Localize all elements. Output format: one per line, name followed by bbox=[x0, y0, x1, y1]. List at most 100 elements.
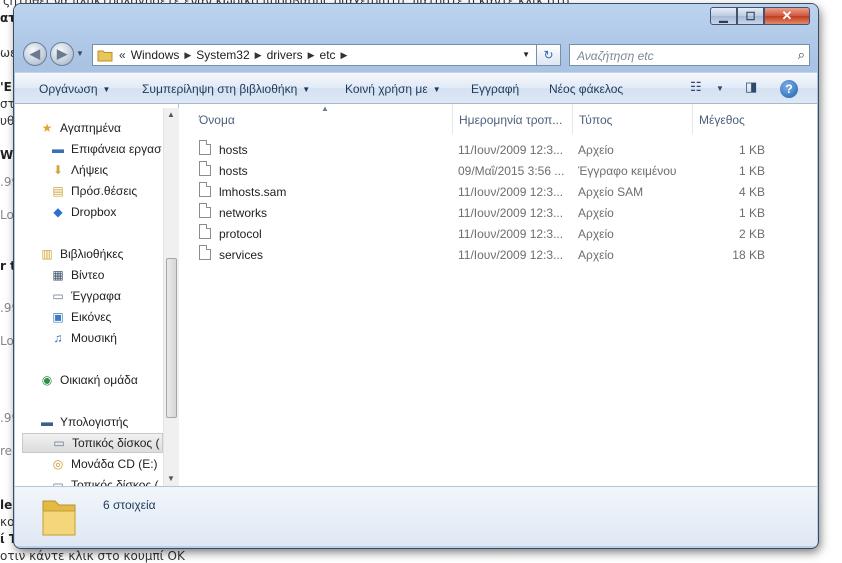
sidebar-item-desktop[interactable]: ▬ Επιφάνεια εργασ bbox=[50, 139, 178, 159]
organize-button[interactable]: Οργάνωση ▼ bbox=[39, 82, 110, 96]
burn-button[interactable]: Εγγραφή bbox=[471, 82, 519, 96]
navigation-bar: ◀ ▶ ▼ « Windows ▶ System32 ▶ drivers ▶ etc ▶… bbox=[14, 38, 818, 70]
file-name: hosts bbox=[219, 164, 248, 178]
command-bar: Οργάνωση ▼ Συμπερίληψη στη βιβλιοθήκη ▼ Κο… bbox=[15, 72, 817, 104]
close-button[interactable]: ✕ bbox=[764, 7, 810, 25]
sidebar-item-homegroup[interactable]: ◉ Οικιακή ομάδα bbox=[39, 370, 178, 390]
sidebar-item-local-disk-c[interactable]: ▭ Τοπικός δίσκος ( bbox=[22, 433, 163, 453]
include-in-library-label: Συμπερίληψη στη βιβλιοθήκη bbox=[142, 82, 298, 96]
column-header-name[interactable]: Όνομα bbox=[193, 104, 453, 134]
sidebar-item-computer[interactable]: ▬ Υπολογιστής bbox=[39, 412, 178, 432]
file-list: ▲ Όνομα Ημερομηνία τροπ... Τύπος Μέγεθος… bbox=[179, 104, 817, 486]
title-buttons: ▁ ☐ ✕ bbox=[710, 7, 810, 25]
view-options-chevron-icon[interactable]: ▼ bbox=[716, 84, 724, 93]
sidebar-item-favorites[interactable]: ★ Αγαπημένα bbox=[39, 118, 178, 138]
column-header-type[interactable]: Τύπος bbox=[573, 104, 693, 134]
navigation-scrollbar[interactable]: ▲ ▼ bbox=[163, 108, 179, 486]
file-icon bbox=[199, 182, 211, 197]
scroll-down-icon[interactable]: ▼ bbox=[167, 474, 175, 483]
share-with-button[interactable]: Κοινή χρήση με ▼ bbox=[345, 82, 441, 96]
address-bar[interactable]: « Windows ▶ System32 ▶ drivers ▶ etc ▶ ▼ bbox=[92, 44, 537, 66]
bg-text-line: re bbox=[0, 444, 13, 458]
column-header-size[interactable]: Μέγεθος bbox=[693, 104, 773, 134]
file-name: lmhosts.sam bbox=[219, 185, 287, 199]
recent-places-icon: ▤ bbox=[52, 184, 64, 198]
file-row[interactable]: networks 11/Ιουν/2009 12:3... Αρχείο 1 KB bbox=[199, 202, 789, 223]
scroll-up-icon[interactable]: ▲ bbox=[167, 110, 175, 119]
dropbox-icon: ◆ bbox=[53, 205, 63, 219]
sidebar-item-videos[interactable]: ▦ Βίντεο bbox=[50, 265, 178, 285]
sidebar-item-libraries[interactable]: ▥ Βιβλιοθήκες bbox=[39, 244, 178, 264]
file-type: Έγγραφο κειμένου bbox=[578, 164, 677, 178]
explorer-window: ▁ ☐ ✕ ◀ ▶ ▼ « Windows ▶ System32 ▶ drivers… bbox=[14, 4, 818, 548]
sidebar-item-recent-places[interactable]: ▤ Πρόσ.θέσεις bbox=[50, 181, 178, 201]
forward-button[interactable]: ▶ bbox=[50, 42, 74, 66]
bg-text-line: στ bbox=[0, 97, 15, 111]
file-name: services bbox=[219, 248, 264, 262]
folder-icon bbox=[97, 50, 113, 62]
change-view-icon[interactable]: ☷ bbox=[690, 79, 702, 95]
minimize-button[interactable]: ▁ bbox=[710, 7, 737, 25]
file-icon bbox=[199, 245, 211, 260]
file-date: 11/Ιουν/2009 12:3... bbox=[458, 143, 564, 157]
breadcrumb-arrow-icon[interactable]: ▶ bbox=[255, 50, 262, 61]
sidebar-item-cd-drive[interactable]: ◎ Μονάδα CD (E:) bbox=[50, 454, 178, 474]
recent-pages-dropdown-icon[interactable]: ▼ bbox=[76, 49, 84, 58]
address-history-dropdown-icon[interactable]: ▼ bbox=[522, 50, 530, 59]
breadcrumb-arrow-icon[interactable]: ▶ bbox=[184, 50, 191, 61]
file-row[interactable]: services 11/Ιουν/2009 12:3... Αρχείο 18 KB bbox=[199, 244, 789, 265]
file-type: Αρχείο SAM bbox=[578, 185, 644, 199]
include-in-library-button[interactable]: Συμπερίληψη στη βιβλιοθήκη ▼ bbox=[142, 82, 310, 96]
sidebar-item-music[interactable]: ♫ Μουσική bbox=[50, 328, 178, 348]
sidebar-item-label: Υπολογιστής bbox=[60, 415, 129, 429]
sidebar-item-label: Πρόσ.θέσεις bbox=[71, 184, 138, 198]
file-date: 11/Ιουν/2009 12:3... bbox=[458, 206, 564, 220]
sidebar-item-label: Dropbox bbox=[71, 205, 117, 219]
file-date: 11/Ιουν/2009 12:3... bbox=[458, 227, 564, 241]
file-size: 1 KB bbox=[738, 143, 765, 157]
column-header-date[interactable]: Ημερομηνία τροπ... bbox=[453, 104, 573, 134]
breadcrumb-drivers[interactable]: drivers bbox=[267, 48, 303, 62]
back-button[interactable]: ◀ bbox=[23, 42, 47, 66]
sidebar-item-dropbox[interactable]: ◆ Dropbox bbox=[50, 202, 178, 222]
sidebar-item-local-disk[interactable]: ▭ Τοπικός δίσκος ( bbox=[50, 475, 178, 486]
organize-label: Οργάνωση bbox=[39, 82, 98, 96]
file-row[interactable]: lmhosts.sam 11/Ιουν/2009 12:3... Αρχείο SA… bbox=[199, 181, 789, 202]
maximize-button[interactable]: ☐ bbox=[737, 7, 764, 25]
file-size: 18 KB bbox=[732, 248, 765, 262]
breadcrumb-arrow-icon[interactable]: ▶ bbox=[341, 50, 348, 61]
sidebar-item-pictures[interactable]: ▣ Εικόνες bbox=[50, 307, 178, 327]
documents-icon: ▭ bbox=[52, 289, 64, 303]
breadcrumb-system32[interactable]: System32 bbox=[196, 48, 249, 62]
file-date: 11/Ιουν/2009 12:3... bbox=[458, 248, 564, 262]
address-overflow-chevron[interactable]: « bbox=[119, 48, 126, 62]
new-folder-button[interactable]: Νέος φάκελος bbox=[549, 82, 623, 96]
sidebar-item-documents[interactable]: ▭ Έγγραφα bbox=[50, 286, 178, 306]
file-row[interactable]: hosts 09/Μαΐ/2015 3:56 ... Έγγραφο κειμένο… bbox=[199, 160, 789, 181]
search-icon[interactable]: ⌕ bbox=[798, 47, 805, 63]
breadcrumb-windows[interactable]: Windows bbox=[131, 48, 180, 62]
breadcrumb-arrow-icon[interactable]: ▶ bbox=[308, 50, 315, 61]
bg-text-line: 'Ε bbox=[0, 80, 12, 94]
text-file-icon bbox=[199, 161, 211, 176]
sidebar-item-downloads[interactable]: ⬇ Λήψεις bbox=[50, 160, 178, 180]
file-type: Αρχείο bbox=[578, 143, 614, 157]
chevron-down-icon: ▼ bbox=[102, 85, 111, 94]
bg-text-line: υθ bbox=[0, 114, 15, 128]
sidebar-item-label: Βιβλιοθήκες bbox=[60, 247, 124, 261]
search-input[interactable]: Αναζήτηση etc ⌕ bbox=[569, 44, 810, 66]
scrollbar-thumb[interactable] bbox=[166, 258, 177, 418]
preview-pane-icon[interactable]: ◨ bbox=[745, 79, 757, 95]
help-button[interactable]: ? bbox=[780, 80, 798, 98]
star-icon: ★ bbox=[41, 121, 53, 135]
homegroup-icon: ◉ bbox=[41, 373, 53, 387]
refresh-button[interactable]: ↻ bbox=[537, 44, 561, 66]
video-icon: ▦ bbox=[52, 268, 64, 282]
sidebar-item-label: Τοπικός δίσκος ( bbox=[72, 436, 160, 450]
breadcrumb-etc[interactable]: etc bbox=[320, 48, 336, 62]
details-pane: 6 στοιχεία bbox=[15, 486, 817, 546]
file-row[interactable]: protocol 11/Ιουν/2009 12:3... Αρχείο 2 KB bbox=[199, 223, 789, 244]
file-icon bbox=[199, 203, 211, 218]
file-row[interactable]: hosts 11/Ιουν/2009 12:3... Αρχείο 1 KB bbox=[199, 139, 789, 160]
chevron-down-icon: ▼ bbox=[302, 85, 311, 94]
